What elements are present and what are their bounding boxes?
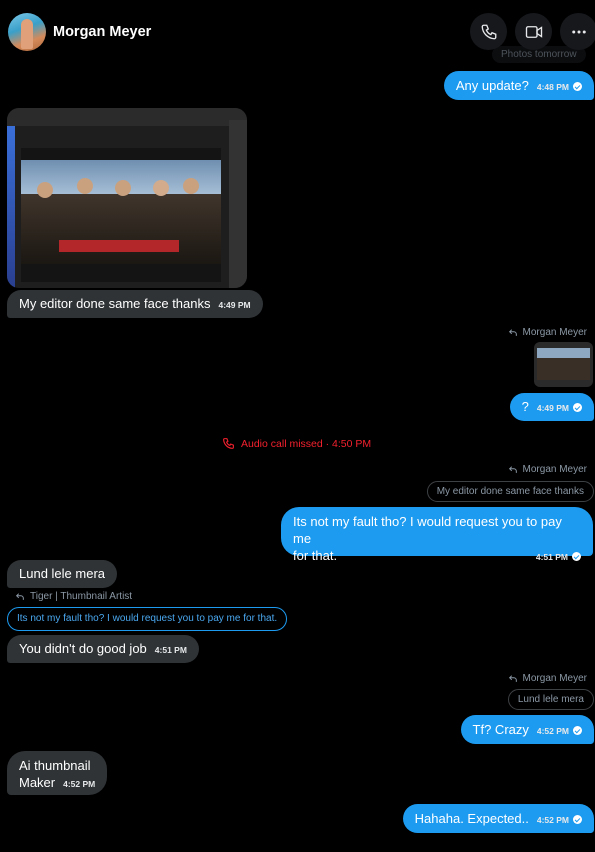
reply-icon (15, 592, 24, 600)
message-text: My editor done same face thanks (19, 296, 211, 311)
message-text: You didn't do good job (19, 641, 147, 656)
reply-to-name: Morgan Meyer (522, 673, 587, 684)
reply-label: Morgan Meyer (508, 673, 587, 684)
message-text: Any update? (455, 78, 529, 93)
face (115, 180, 131, 196)
message-time: 4:52 PM (536, 726, 569, 736)
reply-icon (508, 674, 517, 682)
reply-to-name: Tiger | Thumbnail Artist (30, 591, 133, 602)
check-icon (573, 726, 582, 735)
conversation-header: Morgan Meyer Photos tomorrow (0, 0, 595, 64)
message-bubble[interactable]: My editor done same face thanks 4:49 PM (7, 290, 263, 318)
face (153, 180, 169, 196)
face (77, 178, 93, 194)
reply-to-name: Morgan Meyer (522, 464, 587, 475)
table-cups (59, 240, 179, 252)
editor-panel (229, 120, 247, 288)
reply-icon (508, 465, 517, 473)
editor-toolbar (7, 108, 247, 126)
photo-group (21, 194, 221, 264)
check-icon (573, 403, 582, 412)
check-icon (572, 552, 581, 561)
message-bubble[interactable]: Its not my fault tho? I would request yo… (281, 507, 593, 563)
message-text: Tf? Crazy (472, 722, 529, 737)
message-time: 4:51 PM (154, 645, 187, 655)
message-bubble[interactable]: Hahaha. Expected.. 4:52 PM (402, 804, 594, 833)
message-time: 4:52 PM (536, 815, 569, 825)
check-icon (573, 815, 582, 824)
message-bubble[interactable]: Any update? 4:48 PM (443, 71, 594, 100)
check-icon (573, 82, 582, 91)
quoted-message[interactable]: Its not my fault tho? I would request yo… (7, 607, 288, 631)
message-text-line: Ai thumbnail (19, 758, 91, 773)
message-bubble[interactable]: Ai thumbnail Maker 4:52 PM (7, 751, 108, 795)
video-call-button[interactable] (515, 13, 552, 50)
message-bubble[interactable]: Lund lele mera (7, 560, 117, 588)
avatar[interactable] (8, 13, 46, 51)
thumb-sky (537, 348, 590, 358)
reply-label: Tiger | Thumbnail Artist (15, 591, 132, 602)
message-text-line: Maker (19, 775, 56, 790)
reply-icon (508, 328, 517, 336)
phone-icon (481, 24, 496, 39)
missed-call-notice[interactable]: Audio call missed · 4:50 PM (222, 437, 371, 450)
contact-name[interactable]: Morgan Meyer (53, 24, 151, 40)
reply-label: Morgan Meyer (508, 464, 587, 475)
message-text: ? (521, 399, 529, 414)
message-text-line: Its not my fault tho? I would request yo… (293, 514, 562, 546)
quoted-message[interactable]: Lund lele mera (507, 689, 594, 710)
message-time: 4:48 PM (536, 82, 569, 92)
message-bubble[interactable]: You didn't do good job 4:51 PM (7, 635, 199, 663)
message-bubble[interactable]: Tf? Crazy 4:52 PM (460, 715, 594, 744)
face (37, 182, 53, 198)
reply-label: Morgan Meyer (508, 327, 587, 338)
editor-sidebar (7, 126, 15, 288)
message-time: 4:52 PM (63, 779, 96, 789)
face (183, 178, 199, 194)
message-time: 4:51 PM (535, 552, 568, 562)
quoted-message[interactable]: My editor done same face thanks (426, 481, 594, 502)
more-button[interactable] (560, 13, 595, 50)
message-bubble[interactable]: ? 4:49 PM (509, 393, 594, 421)
missed-call-text: Audio call missed · 4:50 PM (241, 437, 372, 450)
missed-call-icon (223, 438, 234, 449)
thumb-group (537, 358, 590, 380)
message-text-line: for that. (293, 548, 338, 563)
message-time: 4:49 PM (536, 403, 569, 413)
message-text: Hahaha. Expected.. (414, 811, 529, 826)
video-icon (525, 25, 542, 38)
message-time: 4:49 PM (218, 300, 251, 310)
more-icon (571, 30, 586, 33)
reply-to-name: Morgan Meyer (522, 327, 587, 338)
call-button[interactable] (470, 13, 507, 50)
quoted-image-thumbnail[interactable] (534, 342, 593, 387)
message-text: Lund lele mera (19, 566, 105, 581)
image-attachment[interactable] (7, 108, 247, 288)
